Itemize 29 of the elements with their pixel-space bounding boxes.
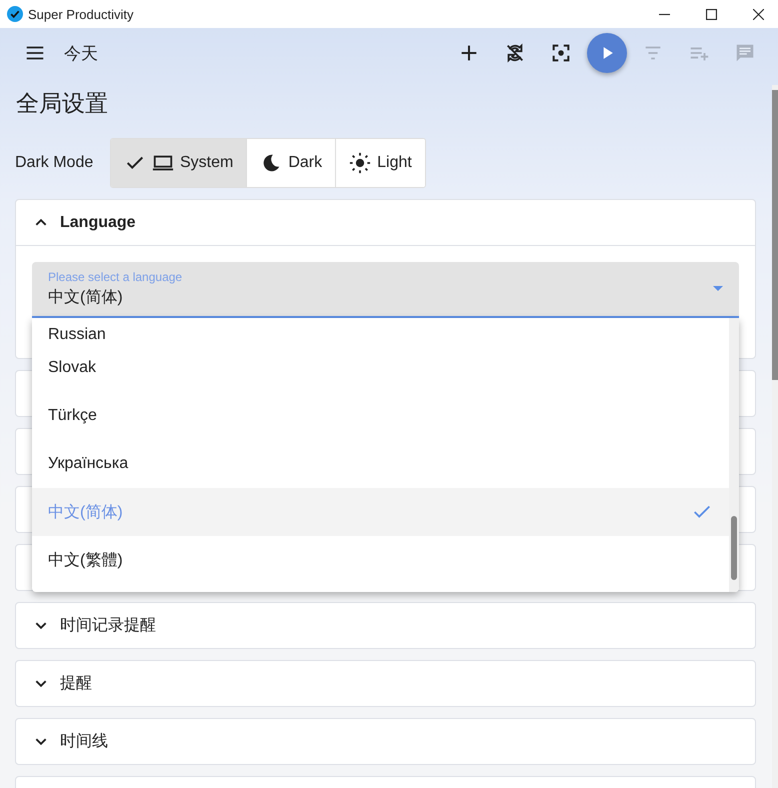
sun-icon [349,152,372,174]
language-option[interactable]: Українська [32,440,729,488]
app-logo-icon [7,6,23,22]
chevron-icon [35,219,47,226]
maximize-icon[interactable] [706,8,717,20]
theme-toggle-button[interactable]: Light [335,139,425,187]
panel-header[interactable]: 时间记录提醒 [16,603,755,648]
dark-mode-label: Dark Mode [15,154,94,172]
chevron-icon [35,680,47,687]
language-option[interactable]: Russian [32,318,729,344]
chevron-icon [35,622,47,629]
language-select[interactable]: Please select a language 中文(简体) [32,262,739,318]
sync-icon [504,42,526,64]
page-title: 全局设置 [16,89,109,118]
panel-header[interactable]: 时间线 [16,719,755,764]
theme-toggle-button[interactable]: System [111,139,246,187]
focus-icon [550,42,572,64]
close-icon[interactable] [753,8,764,20]
comment-icon [734,42,756,64]
chevron-icon [35,738,47,745]
panel-header[interactable]: 提醒 [16,661,755,706]
window-title: Super Productivity [28,6,134,22]
dropdown-arrow-icon [713,286,723,291]
language-option[interactable]: Slovak [32,344,729,392]
page-header-title: 今天 [64,42,98,64]
play-button[interactable] [587,33,627,73]
language-option[interactable]: Türkçe [32,392,729,440]
language-option[interactable]: 中文(繁體) [32,536,729,584]
panel-header[interactable]: Language [16,200,755,246]
